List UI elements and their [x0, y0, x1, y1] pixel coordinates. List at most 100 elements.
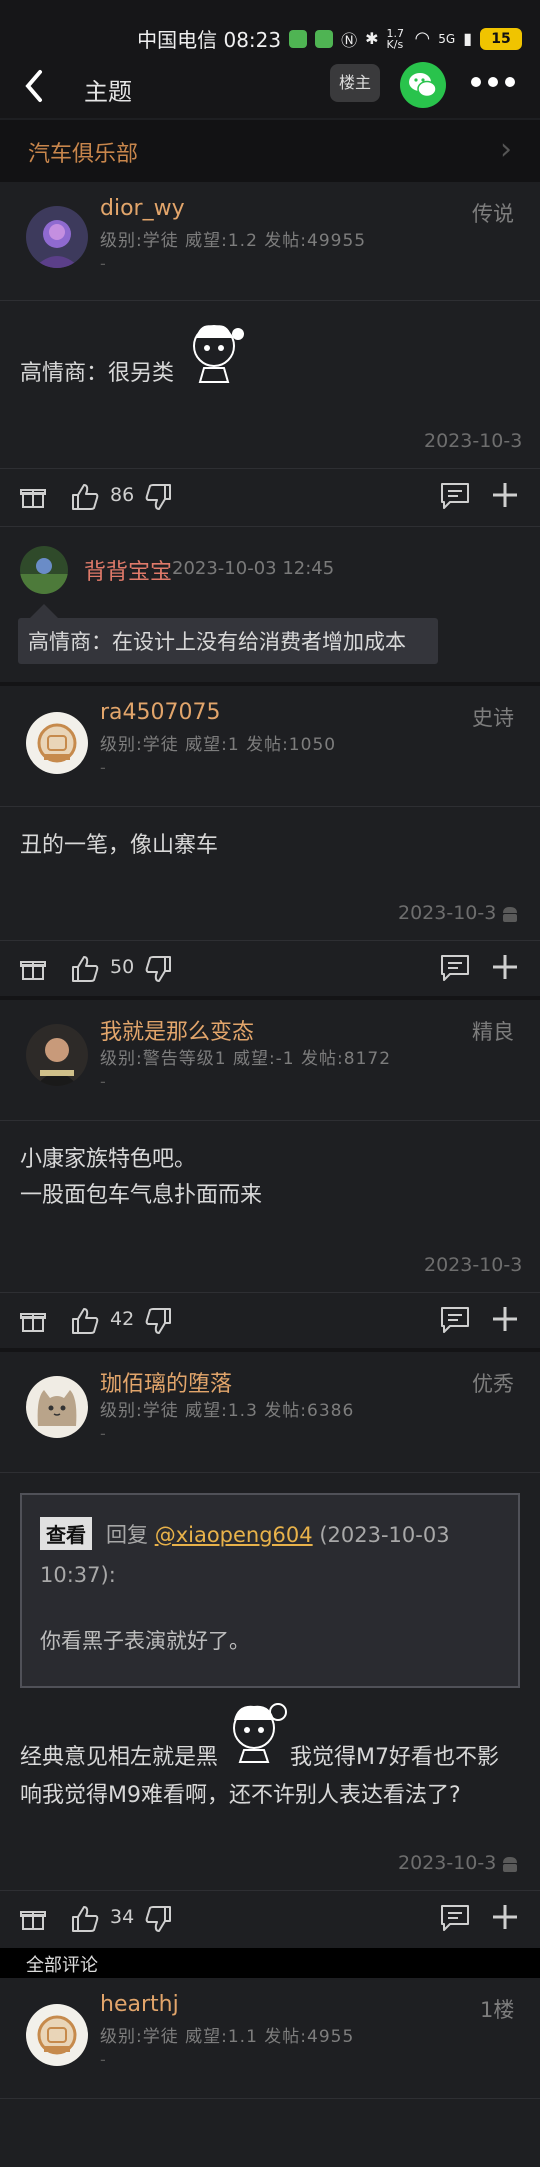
status-indicators: 中国电信 08:23 Ⓝ ✱ 1.7 K/s ◠ 5G ▮ 15	[137, 24, 522, 53]
commenter-username[interactable]: 背背宝宝	[84, 554, 172, 586]
thumbs-down-icon[interactable]	[145, 1306, 173, 1336]
post-date: 2023-10-3	[398, 1852, 497, 1874]
user-meta: 级别:学徒 威望:1 发帖:1050	[100, 735, 337, 755]
back-button[interactable]	[22, 68, 54, 108]
post-content-line: 响我觉得M9难看啊，还不许别人表达看法了?	[20, 1783, 461, 1808]
net-speed: 1.7 K/s	[386, 26, 405, 51]
avatar[interactable]	[26, 1024, 88, 1086]
quoted-user-link[interactable]: @xiaopeng604	[155, 1523, 313, 1547]
signal-icon: ▮	[463, 29, 472, 48]
divider	[0, 806, 540, 807]
thumbs-down-icon[interactable]	[145, 1904, 173, 1934]
post-header: hearthj 级别:学徒 威望:1.1 发帖:4955 - 1楼	[0, 1978, 540, 2096]
user-signature: -	[100, 1424, 106, 1443]
carrier-time: 中国电信 08:23	[137, 28, 282, 52]
app-notification-icon	[289, 29, 308, 48]
reply-icon[interactable]	[440, 1904, 470, 1932]
plus-icon[interactable]	[490, 952, 520, 982]
avatar[interactable]	[26, 206, 88, 268]
divider	[0, 468, 540, 469]
club-name: 汽车俱乐部	[28, 142, 139, 167]
username[interactable]: dior_wy	[100, 196, 185, 221]
view-quote-button[interactable]: 查看	[40, 1517, 92, 1550]
post-header: dior_wy 级别:学徒 威望:1.2 发帖:49955 - 传说	[0, 182, 540, 300]
user-meta: 级别:警告等级1 威望:-1 发帖:8172	[100, 1049, 392, 1069]
post-content-line: 经典意见相左就是黑	[20, 1745, 219, 1770]
bluetooth-icon: ✱	[365, 29, 379, 48]
username[interactable]: 珈佰璃的堕落	[100, 1366, 232, 1398]
thumbs-down-icon[interactable]	[145, 954, 173, 984]
club-link[interactable]: 汽车俱乐部 ›	[0, 120, 540, 182]
quote-body: 你看黑子表演就好了。	[40, 1629, 250, 1653]
divider	[0, 526, 540, 527]
post-content: 丑的一笔，像山寨车	[20, 833, 219, 858]
page-title: 主题	[84, 78, 132, 106]
post-action-row: 86	[0, 470, 540, 524]
owner-only-button[interactable]: 楼主	[330, 64, 380, 102]
reply-icon[interactable]	[440, 482, 470, 510]
post-date: 2023-10-3	[398, 902, 497, 924]
gift-icon[interactable]	[20, 956, 46, 982]
user-signature: -	[100, 1072, 106, 1091]
plus-icon[interactable]	[490, 1304, 520, 1334]
nfc-icon: Ⓝ	[341, 30, 358, 50]
floor-number: 1楼	[480, 1998, 515, 2022]
user-meta: 级别:学徒 威望:1.1 发帖:4955	[100, 2027, 355, 2047]
android-icon	[503, 1857, 517, 1872]
reply-icon[interactable]	[440, 1306, 470, 1334]
post-header: 珈佰璃的堕落 级别:学徒 威望:1.3 发帖:6386 - 优秀	[0, 1352, 540, 1470]
post-content-line: 小康家族特色吧。	[20, 1147, 197, 1172]
user-meta: 级别:学徒 威望:1.3 发帖:6386	[100, 1401, 355, 1421]
plus-icon[interactable]	[490, 1902, 520, 1932]
thumbs-up-icon[interactable]	[70, 1904, 100, 1934]
android-icon	[503, 907, 517, 922]
post-date: 2023-10-3	[424, 1254, 523, 1276]
post-tag: 精良	[472, 1020, 514, 1044]
anime-sticker-image	[180, 320, 250, 384]
post-header: ra4507075 级别:学徒 威望:1 发帖:1050 - 史诗	[0, 686, 540, 804]
chevron-left-icon	[25, 70, 42, 102]
avatar[interactable]	[26, 1376, 88, 1438]
post-content: 高情商：很另类	[20, 361, 175, 386]
like-count: 86	[110, 484, 135, 506]
app-notification-icon	[315, 29, 334, 48]
divider	[0, 300, 540, 301]
reply-icon[interactable]	[440, 954, 470, 982]
more-options-button[interactable]	[468, 68, 518, 96]
thumbs-up-icon[interactable]	[70, 482, 100, 512]
username[interactable]: hearthj	[100, 1992, 179, 2017]
battery-icon: 15	[480, 27, 522, 50]
plus-icon[interactable]	[490, 480, 520, 510]
post-tag: 优秀	[472, 1372, 514, 1396]
divider	[0, 1890, 540, 1891]
avatar[interactable]	[26, 2004, 88, 2066]
like-count: 50	[110, 956, 135, 978]
comment-pointer	[30, 604, 58, 618]
thumbs-up-icon[interactable]	[70, 954, 100, 984]
wechat-icon	[409, 73, 437, 98]
commenter-avatar[interactable]	[20, 546, 68, 594]
thumbs-up-icon[interactable]	[70, 1306, 100, 1336]
post-tag: 传说	[472, 202, 514, 226]
hot-comment[interactable]: 高情商：在设计上没有给消费者增加成本	[18, 618, 438, 664]
comment-text: 高情商：在设计上没有给消费者增加成本	[28, 630, 406, 654]
username[interactable]: ra4507075	[100, 700, 221, 725]
thumbs-down-icon[interactable]	[145, 482, 173, 512]
post-header: 我就是那么变态 级别:警告等级1 威望:-1 发帖:8172 - 精良	[0, 1000, 540, 1118]
post-action-row: 34	[0, 1892, 540, 1946]
gift-icon[interactable]	[20, 484, 46, 510]
user-meta: 级别:学徒 威望:1.2 发帖:49955	[100, 231, 367, 251]
user-signature: -	[100, 758, 106, 777]
quote-header: 回复 @xiaopeng604 (2023-10-03 10:37):	[40, 1515, 510, 1595]
gift-icon[interactable]	[20, 1308, 46, 1334]
quoted-reply: 回复 @xiaopeng604 (2023-10-03 10:37): 查看 你…	[20, 1493, 520, 1688]
wechat-share-button[interactable]	[400, 62, 446, 108]
divider	[0, 2098, 540, 2099]
post-action-row: 50	[0, 942, 540, 996]
gift-icon[interactable]	[20, 1906, 46, 1932]
all-comments-label: 全部评论	[26, 1955, 98, 1976]
avatar[interactable]	[26, 712, 88, 774]
username[interactable]: 我就是那么变态	[100, 1014, 254, 1046]
more-dots-icon	[471, 77, 515, 87]
post-date: 2023-10-3	[424, 430, 523, 452]
